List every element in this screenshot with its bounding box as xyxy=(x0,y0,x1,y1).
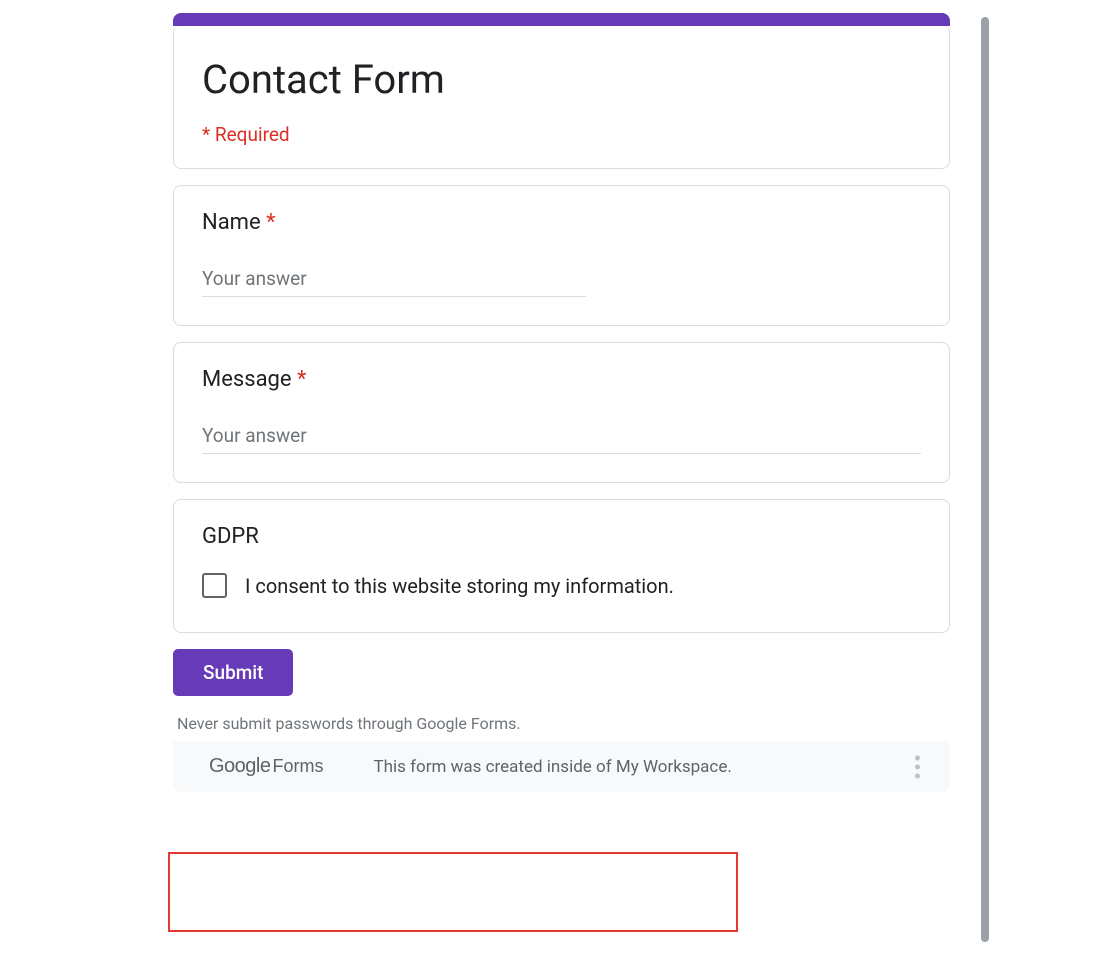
google-logo-text: Google xyxy=(209,755,271,778)
required-note: * Required xyxy=(202,123,921,146)
gdpr-checkbox-row: I consent to this website storing my inf… xyxy=(202,573,921,598)
required-asterisk: * xyxy=(297,367,306,392)
name-input[interactable] xyxy=(202,263,586,297)
question-name-card: Name * xyxy=(173,185,950,326)
dot xyxy=(915,755,920,760)
scrollbar[interactable] xyxy=(981,17,989,942)
google-forms-logo[interactable]: Google Forms xyxy=(209,755,324,778)
question-message-card: Message * xyxy=(173,342,950,483)
question-gdpr-label: GDPR xyxy=(202,524,921,549)
workspace-note: This form was created inside of My Works… xyxy=(374,757,732,777)
annotation-highlight-box xyxy=(168,852,738,932)
required-asterisk: * xyxy=(266,210,275,235)
name-label-text: Name xyxy=(202,210,261,235)
forms-logo-text: Forms xyxy=(273,756,324,777)
question-name-label: Name * xyxy=(202,210,921,235)
message-label-text: Message xyxy=(202,367,292,392)
more-options-icon[interactable] xyxy=(907,747,928,786)
form-header-card: Contact Form * Required xyxy=(173,25,950,169)
form-accent-bar xyxy=(173,13,950,26)
gdpr-checkbox[interactable] xyxy=(202,573,227,598)
footer-bar: Google Forms This form was created insid… xyxy=(173,741,950,792)
question-message-label: Message * xyxy=(202,367,921,392)
message-input[interactable] xyxy=(202,420,921,454)
password-warning: Never submit passwords through Google Fo… xyxy=(173,714,950,733)
question-gdpr-card: GDPR I consent to this website storing m… xyxy=(173,499,950,633)
form-title: Contact Form xyxy=(202,55,921,105)
dot xyxy=(915,773,920,778)
dot xyxy=(915,764,920,769)
submit-button[interactable]: Submit xyxy=(173,649,293,696)
gdpr-checkbox-label: I consent to this website storing my inf… xyxy=(245,574,674,598)
